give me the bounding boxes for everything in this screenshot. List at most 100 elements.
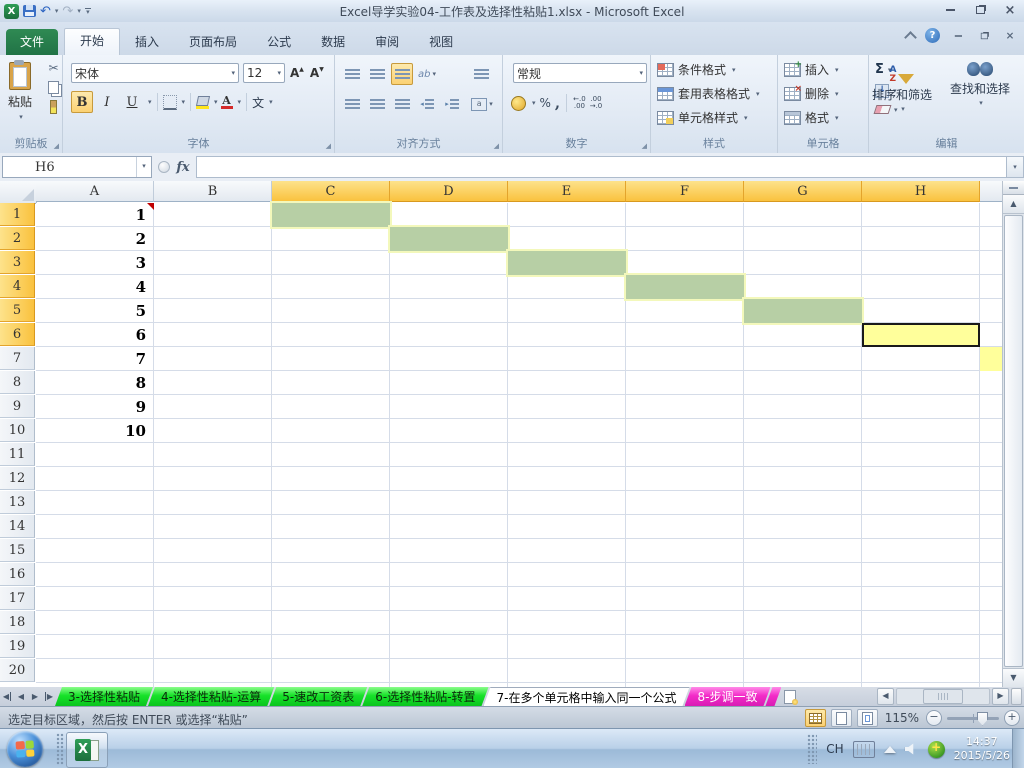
format-painter-icon[interactable] <box>50 100 57 114</box>
first-sheet-button[interactable]: ◀ <box>0 687 14 706</box>
zoom-out-button[interactable]: − <box>926 710 942 726</box>
row-header-9[interactable]: 9 <box>0 395 35 418</box>
row-header-13[interactable]: 13 <box>0 491 35 514</box>
cells-area[interactable]: 1 2 3 4 5 6 7 8 9 10 <box>36 203 1003 687</box>
tab-data[interactable]: 数据 <box>306 30 360 55</box>
undo-dropdown-icon[interactable]: ▾ <box>55 7 59 15</box>
language-indicator[interactable]: CH <box>826 742 843 756</box>
tab-formulas[interactable]: 公式 <box>252 30 306 55</box>
save-icon[interactable] <box>23 5 36 17</box>
collapse-ribbon-icon[interactable] <box>904 30 917 44</box>
row-header-12[interactable]: 12 <box>0 467 35 490</box>
row-header-17[interactable]: 17 <box>0 587 35 610</box>
vertical-scrollbar[interactable]: ▲ ▼ <box>1002 181 1024 687</box>
bold-button[interactable]: B <box>71 91 93 113</box>
increase-indent-button[interactable]: ▸ <box>441 93 463 115</box>
column-header-C[interactable]: C <box>272 181 390 202</box>
align-center-button[interactable] <box>366 93 388 115</box>
borders-dropdown-icon[interactable]: ▾ <box>182 98 186 106</box>
row-header-6[interactable]: 6 <box>0 323 35 346</box>
underline-dropdown-icon[interactable]: ▾ <box>148 98 152 106</box>
align-bottom-button[interactable] <box>391 63 413 85</box>
row-header-14[interactable]: 14 <box>0 515 35 538</box>
merge-center-button[interactable]: a ▾ <box>466 93 498 115</box>
row-header-3[interactable]: 3 <box>0 251 35 274</box>
scroll-right-icon[interactable]: ▶ <box>992 688 1009 705</box>
workbook-minimize-button[interactable] <box>952 31 965 41</box>
row-header-19[interactable]: 19 <box>0 635 35 658</box>
sheet-tab-8-步调一致[interactable]: 8-步调一致 <box>685 687 771 706</box>
decrease-indent-button[interactable]: ◂ <box>416 93 438 115</box>
row-header-15[interactable]: 15 <box>0 539 35 562</box>
sort-filter-button[interactable]: AZ 排序和筛选 ▾ <box>866 60 938 114</box>
shrink-font-button[interactable]: A ▼ <box>309 65 325 81</box>
sheet-tab-6-选择性粘贴-转置[interactable]: 6-选择性粘贴-转置 <box>362 687 488 706</box>
formula-input[interactable] <box>196 156 1006 178</box>
cell-A5[interactable]: 5 <box>36 299 154 323</box>
sheet-tab-7-在多个单元格中输入同一个公式[interactable]: 7-在多个单元格中输入同一个公式 <box>484 687 690 706</box>
previous-sheet-button[interactable]: ◀ <box>14 687 28 706</box>
scroll-up-icon[interactable]: ▲ <box>1003 195 1024 214</box>
column-header-H[interactable]: H <box>862 181 980 202</box>
font-color-dropdown-icon[interactable]: ▾ <box>238 98 242 106</box>
format-as-table-button[interactable]: 套用表格格式 ▾ <box>657 85 760 102</box>
alignment-dialog-launcher-icon[interactable]: ◢ <box>494 143 499 150</box>
select-all-corner[interactable] <box>0 181 37 204</box>
column-header-G[interactable]: G <box>744 181 862 202</box>
row-header-8[interactable]: 8 <box>0 371 35 394</box>
cell-A4[interactable]: 4 <box>36 275 154 299</box>
scroll-left-icon[interactable]: ◀ <box>877 688 894 705</box>
underline-button[interactable]: U <box>121 91 143 113</box>
row-header-7[interactable]: 7 <box>0 347 35 370</box>
cell-A6[interactable]: 6 <box>36 323 154 347</box>
fill-color-icon[interactable] <box>196 96 210 109</box>
tab-home[interactable]: 开始 <box>64 28 121 55</box>
row-header-11[interactable]: 11 <box>0 443 35 466</box>
paste-button[interactable]: 粘贴 ▾ <box>3 60 37 132</box>
workbook-close-button[interactable]: × <box>1004 30 1017 42</box>
align-middle-button[interactable] <box>366 63 388 85</box>
cell-G5[interactable] <box>744 299 862 323</box>
accounting-format-icon[interactable] <box>511 95 526 111</box>
accounting-dropdown-icon[interactable]: ▾ <box>532 99 536 107</box>
help-icon[interactable]: ? <box>925 28 940 43</box>
customize-qat-icon[interactable]: ▾ <box>84 8 91 16</box>
row-header-10[interactable]: 10 <box>0 419 35 442</box>
cell-A8[interactable]: 8 <box>36 371 154 395</box>
align-left-button[interactable] <box>341 93 363 115</box>
column-header-D[interactable]: D <box>390 181 508 202</box>
scroll-down-icon[interactable]: ▼ <box>1003 668 1024 687</box>
keyboard-icon[interactable] <box>852 740 875 758</box>
cell-A7[interactable]: 7 <box>36 347 154 371</box>
comma-style-icon[interactable]: , <box>555 94 560 112</box>
column-header-E[interactable]: E <box>508 181 626 202</box>
page-layout-view-button[interactable] <box>830 709 852 727</box>
font-name-combo[interactable]: 宋体 ▾ <box>71 63 239 83</box>
clock[interactable]: 14:37 2015/5/26 <box>954 735 1010 763</box>
show-hidden-icons-icon[interactable] <box>883 745 896 753</box>
close-button[interactable]: × <box>1002 3 1018 18</box>
cell-D2[interactable] <box>390 227 508 251</box>
decrease-decimal-icon[interactable]: .00 →.0 <box>590 96 603 110</box>
phonetic-dropdown-icon[interactable]: ▾ <box>269 98 273 106</box>
sheet-tab-3-选择性粘贴[interactable]: 3-选择性粘贴 <box>55 687 153 706</box>
copy-icon[interactable] <box>48 81 59 94</box>
name-box[interactable]: H6 ▾ <box>2 156 152 178</box>
insert-function-icon[interactable]: fx <box>176 160 189 175</box>
split-handle[interactable] <box>1003 181 1024 195</box>
excel-app-icon[interactable]: X <box>4 3 19 19</box>
phonetic-guide-icon[interactable]: 文 <box>252 94 264 111</box>
delete-cells-button[interactable]: 删除▾ <box>784 84 839 102</box>
minimize-button[interactable] <box>942 4 958 16</box>
cell-I7[interactable] <box>980 347 1003 371</box>
column-header-A[interactable]: A <box>36 181 154 202</box>
row-header-16[interactable]: 16 <box>0 563 35 586</box>
paste-dropdown-icon[interactable]: ▾ <box>19 113 23 121</box>
sheet-tab-5-速改工资表[interactable]: 5-速改工资表 <box>269 687 367 706</box>
normal-view-button[interactable] <box>804 709 826 727</box>
clipboard-dialog-launcher-icon[interactable]: ◢ <box>54 143 59 150</box>
cell-A10[interactable]: 10 <box>36 419 154 443</box>
sheet-tab-4-选择性粘贴-运算[interactable]: 4-选择性粘贴-运算 <box>148 687 274 706</box>
volume-icon[interactable] <box>904 743 914 755</box>
taskbar-excel-button[interactable]: X <box>66 732 108 768</box>
